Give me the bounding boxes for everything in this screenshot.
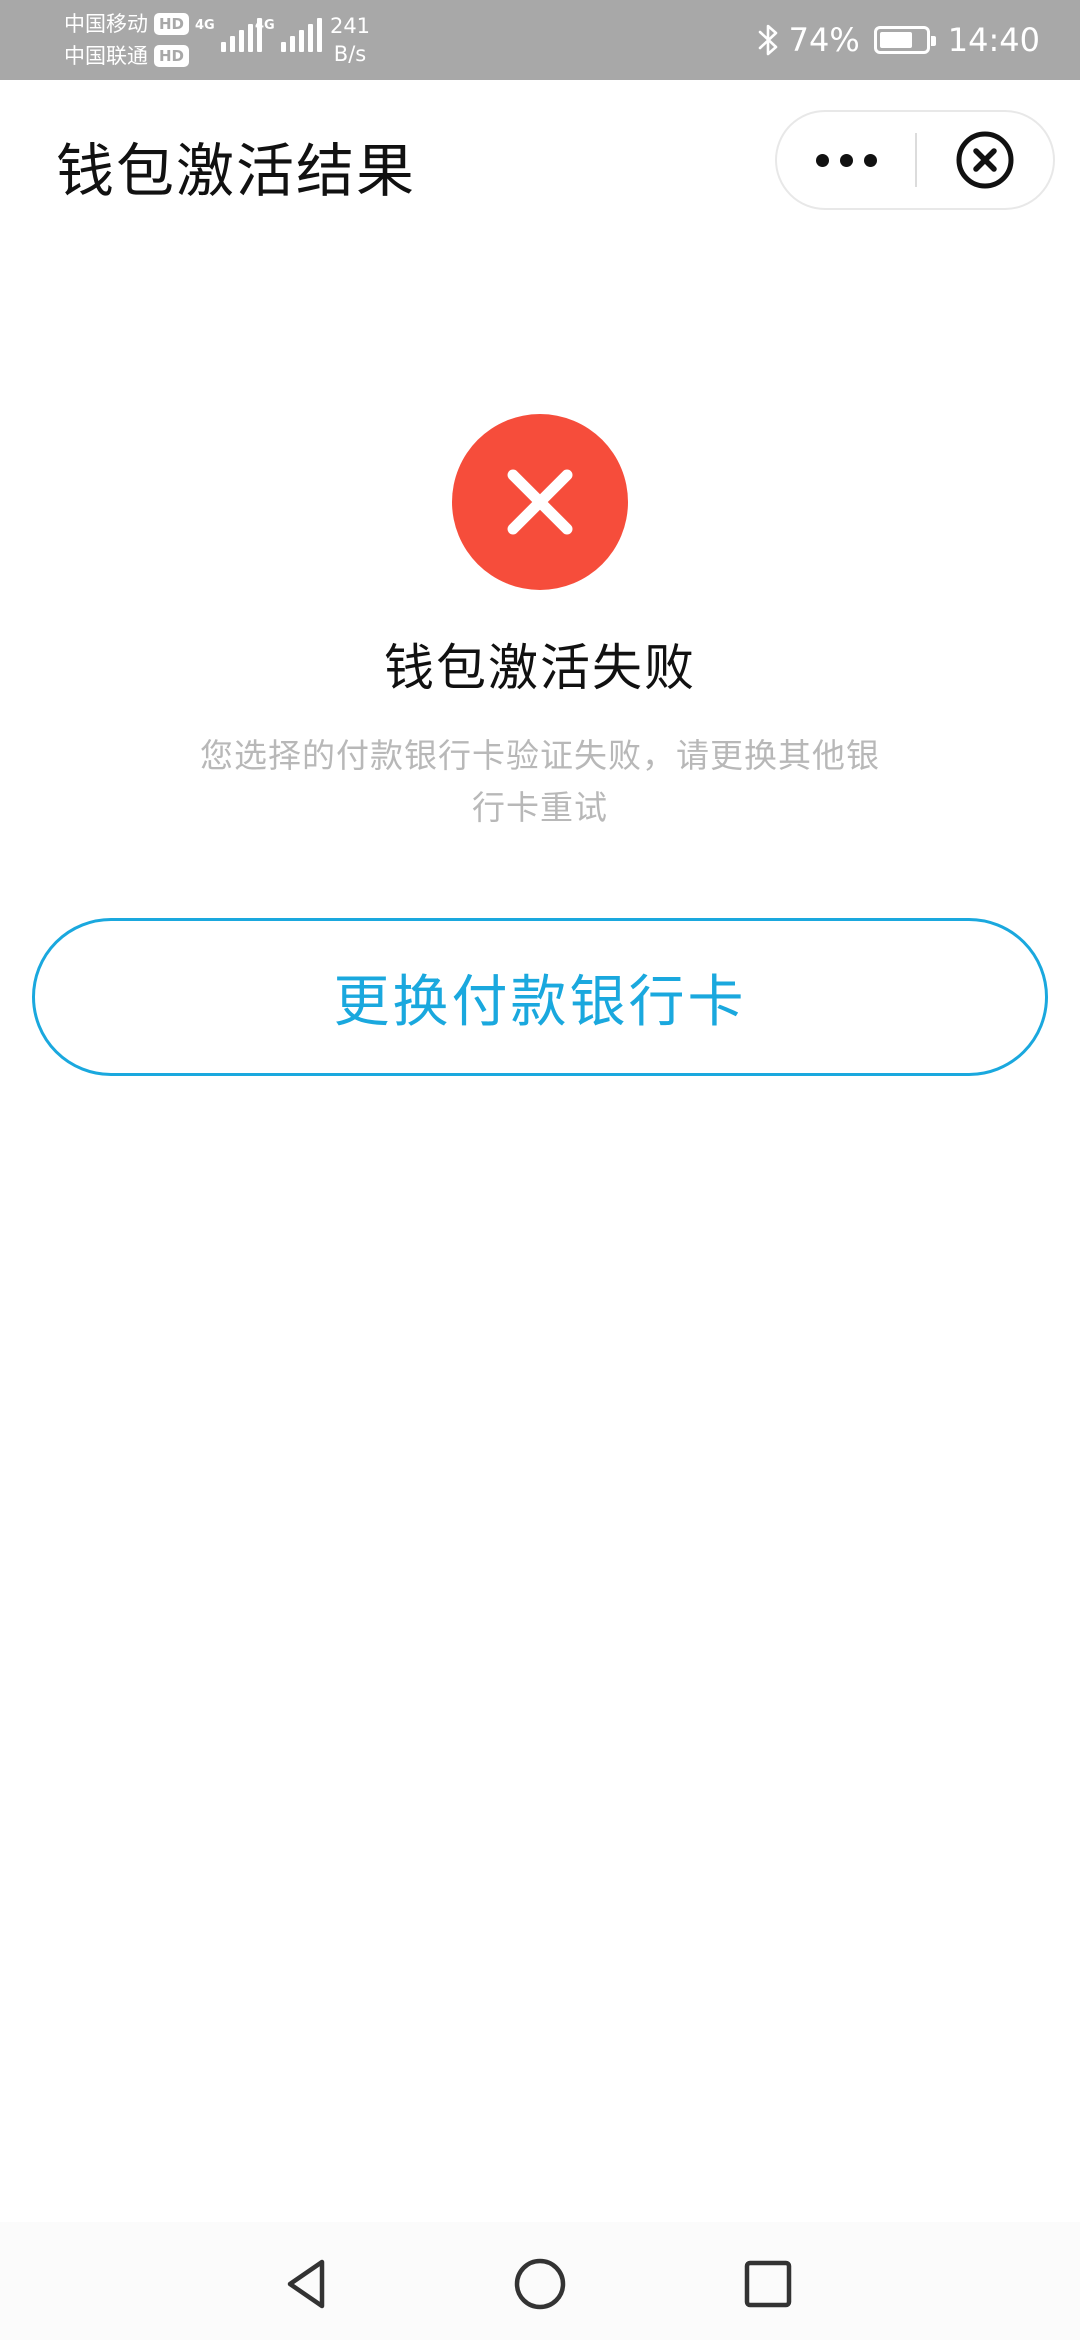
result-description: 您选择的付款银行卡验证失败，请更换其他银行卡重试 xyxy=(200,736,880,827)
error-status-icon xyxy=(452,414,628,590)
more-button[interactable] xyxy=(777,112,915,208)
triangle-back-icon xyxy=(287,2259,325,2309)
circle-home-icon xyxy=(514,2258,566,2310)
square-recent-icon xyxy=(744,2260,792,2308)
signal-strength-icon: 4G xyxy=(255,18,322,52)
speed-value: 241 xyxy=(329,14,371,38)
hd-badge: HD xyxy=(154,45,190,67)
status-right: 74% 14:40 xyxy=(755,18,1040,62)
battery-icon xyxy=(873,26,936,54)
result-title: 钱包激活失败 xyxy=(384,639,696,697)
system-navigation-bar xyxy=(0,2222,1080,2340)
back-button[interactable] xyxy=(268,2244,348,2324)
more-dots-icon xyxy=(815,153,829,167)
title-bar: 钱包激活结果 xyxy=(0,80,1080,240)
change-payment-card-button[interactable]: 更换付款银行卡 xyxy=(32,918,1048,1076)
page-title: 钱包激活结果 xyxy=(56,137,417,205)
mini-program-capsule xyxy=(775,110,1055,210)
hd-badge: HD xyxy=(154,13,190,35)
recent-apps-button[interactable] xyxy=(728,2244,808,2324)
network-speed: 241 B/s xyxy=(320,12,380,68)
status-bar: 中国移动 HD 中国联通 HD 4G 4G 241 B/s 74% 14:40 xyxy=(0,0,1080,80)
home-button[interactable] xyxy=(500,2244,580,2324)
carrier-1-label: 中国移动 xyxy=(64,12,148,36)
carrier-info: 中国移动 HD 中国联通 HD xyxy=(64,8,190,72)
close-button[interactable] xyxy=(917,112,1053,208)
speed-unit: B/s xyxy=(333,42,367,66)
error-cross-icon xyxy=(507,469,573,535)
network-type-label: 4G xyxy=(195,18,215,33)
bluetooth-icon xyxy=(758,24,777,56)
signal-strength-icon: 4G xyxy=(195,18,262,52)
battery-percent: 74% xyxy=(788,21,860,59)
network-type-label: 4G xyxy=(255,18,275,33)
clock: 14:40 xyxy=(947,21,1040,59)
carrier-2-label: 中国联通 xyxy=(64,44,148,68)
close-circle-icon xyxy=(956,131,1014,189)
